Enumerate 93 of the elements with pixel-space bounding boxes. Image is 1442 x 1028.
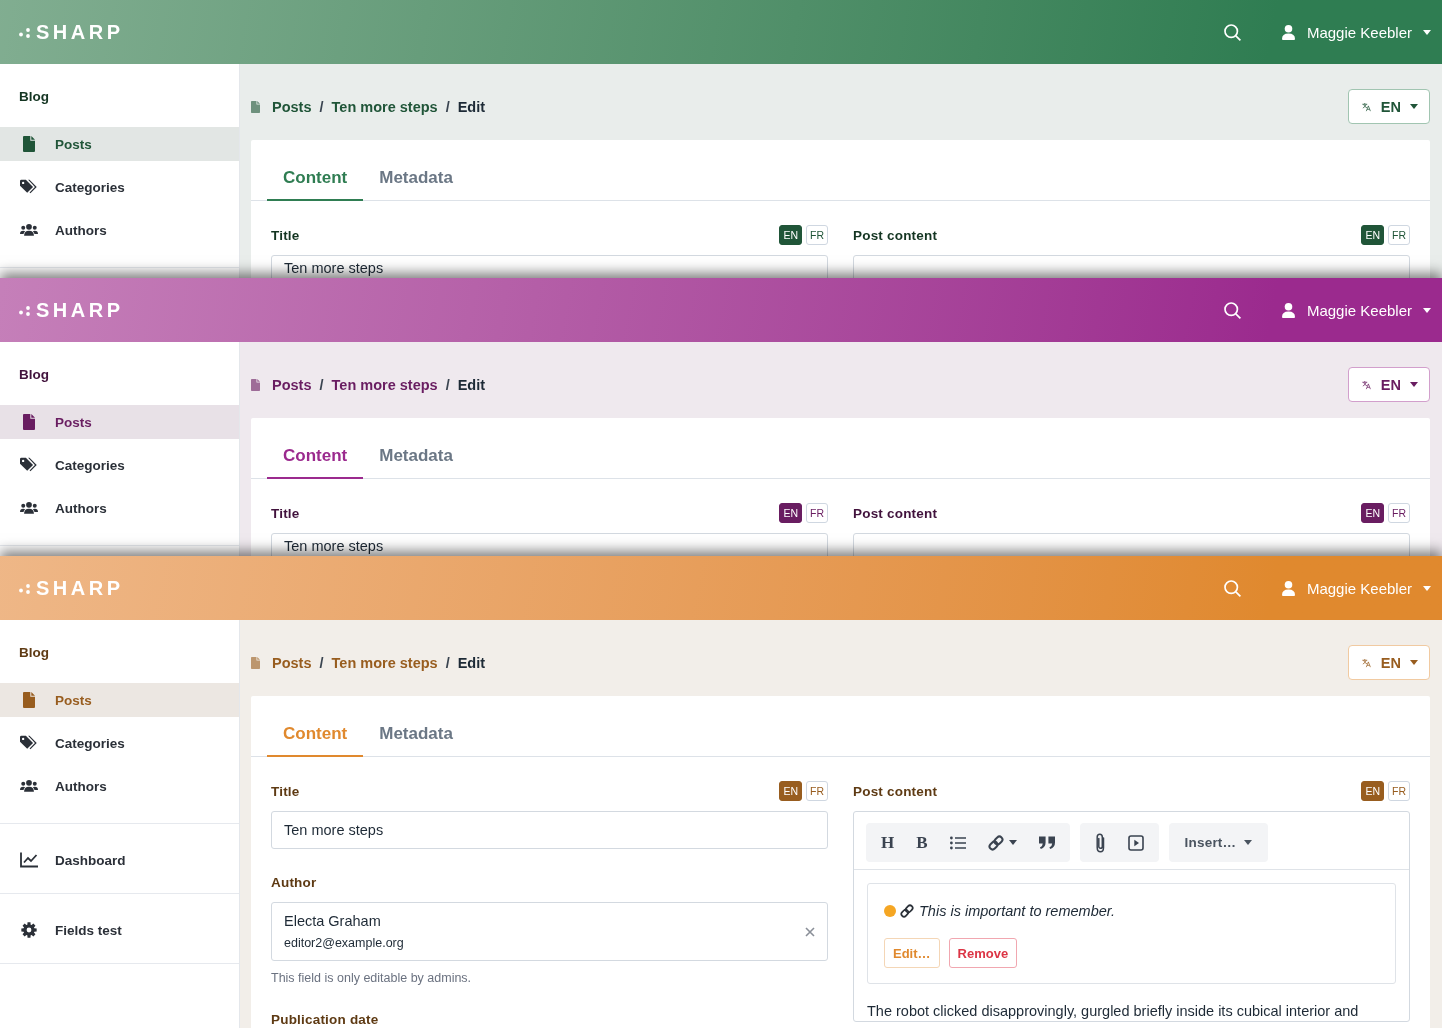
user-name[interactable]: Maggie Keebler <box>1306 301 1412 319</box>
toolbar-button[interactable]: H <box>870 823 906 862</box>
breadcrumb-current: Edit <box>457 376 486 393</box>
embed-text: This is important to remember. <box>919 903 1116 919</box>
locale-badge[interactable]: FR <box>806 503 828 523</box>
breadcrumb-current: Edit <box>457 98 486 115</box>
search-icon[interactable] <box>1223 23 1241 41</box>
breadcrumb-link[interactable]: Ten more steps <box>331 98 438 115</box>
field-label: Publication date <box>271 1011 379 1027</box>
breadcrumb-link[interactable]: Posts <box>272 98 312 115</box>
locale-badge[interactable]: FR <box>1388 225 1410 245</box>
section-title: Blog <box>18 644 50 662</box>
breadcrumb-link[interactable]: Posts <box>272 654 312 671</box>
document-icon <box>20 414 38 430</box>
caret-icon <box>1410 104 1418 109</box>
logo-dots-icon <box>19 26 31 38</box>
locale-badge[interactable]: EN <box>779 781 802 801</box>
locale-badge[interactable]: EN <box>1361 781 1384 801</box>
sidebar-item[interactable]: Authors <box>0 213 239 247</box>
locale-badge[interactable]: EN <box>1361 503 1384 523</box>
breadcrumb-separator: / <box>319 98 324 115</box>
locale-button[interactable]: EN <box>1348 645 1430 680</box>
locale-badge[interactable]: FR <box>806 781 828 801</box>
users-icon <box>20 222 38 238</box>
breadcrumb-separator: / <box>319 654 324 671</box>
breadcrumb-separator: / <box>445 654 450 671</box>
sidebar-item[interactable]: Dashboard <box>0 843 239 877</box>
search-icon[interactable] <box>1223 301 1241 319</box>
field-label: Post content <box>853 227 938 243</box>
tab[interactable]: Content <box>267 418 364 479</box>
sidebar-item[interactable]: Categories <box>0 726 239 760</box>
breadcrumb-separator: / <box>319 376 324 393</box>
document-icon <box>20 692 38 708</box>
insert-menu-button[interactable]: Insert… <box>1172 823 1265 862</box>
user-icon[interactable] <box>1281 24 1295 40</box>
logo-dots-icon <box>19 304 31 316</box>
toolbar-button[interactable]: B <box>905 823 939 862</box>
sidebar-item[interactable]: Fields test <box>0 913 239 947</box>
breadcrumb-current: Edit <box>457 654 486 671</box>
breadcrumb-separator: / <box>445 98 450 115</box>
selected-email: editor2@example.org <box>284 934 404 952</box>
tab[interactable]: Content <box>267 140 364 201</box>
field-label: Title <box>271 505 300 521</box>
tags-icon <box>20 735 38 751</box>
tags-icon <box>20 457 38 473</box>
sidebar-item[interactable]: Posts <box>0 127 239 161</box>
user-name[interactable]: Maggie Keebler <box>1306 23 1412 41</box>
locale-badge[interactable]: EN <box>1361 225 1384 245</box>
tab[interactable]: Metadata <box>363 140 469 201</box>
users-icon <box>20 778 38 794</box>
caret-icon <box>1423 307 1431 313</box>
locale-badge[interactable]: FR <box>806 225 828 245</box>
field-label: Post content <box>853 505 938 521</box>
logo-dots-icon <box>19 582 31 594</box>
breadcrumb-separator: / <box>445 376 450 393</box>
locale-badge[interactable]: FR <box>1388 503 1410 523</box>
tags-icon <box>20 179 38 195</box>
document-icon <box>20 136 38 152</box>
field-label: Author <box>271 874 317 890</box>
caret-icon <box>1423 29 1431 35</box>
tab[interactable]: Metadata <box>363 696 469 757</box>
locale-button[interactable]: EN <box>1348 89 1430 124</box>
locale-badge[interactable]: FR <box>1388 781 1410 801</box>
section-title: Blog <box>18 88 50 106</box>
field-label: Post content <box>853 783 938 799</box>
document-icon <box>251 100 260 113</box>
field-label: Title <box>271 227 300 243</box>
sidebar-item[interactable]: Categories <box>0 448 239 482</box>
section-title: Blog <box>18 366 50 384</box>
editor-field[interactable]: H B Insert… This is important to remember. Edit… Remove The robot clicked disapprovingly, gurgled briefly inside its cubical interior and <box>853 811 1410 1022</box>
sidebar-item[interactable]: Posts <box>0 683 239 717</box>
document-icon <box>251 656 260 669</box>
locale-badge[interactable]: EN <box>779 225 802 245</box>
body-text: The robot clicked disapprovingly, gurgled briefly inside its cubical interior and <box>867 1002 1360 1021</box>
sidebar-item[interactable]: Categories <box>0 170 239 204</box>
field-label: Title <box>271 783 300 799</box>
locale-badge[interactable]: EN <box>779 503 802 523</box>
tab[interactable]: Metadata <box>363 418 469 479</box>
document-icon <box>251 378 260 391</box>
breadcrumb-link[interactable]: Posts <box>272 376 312 393</box>
users-icon <box>20 500 38 516</box>
sidebar-item[interactable]: Authors <box>0 491 239 525</box>
locale-button[interactable]: EN <box>1348 367 1430 402</box>
breadcrumb-link[interactable]: Ten more steps <box>331 376 438 393</box>
caret-icon <box>1410 660 1418 665</box>
selected-name: Electa Graham <box>284 911 381 931</box>
sidebar-item[interactable]: Authors <box>0 769 239 803</box>
breadcrumb-link[interactable]: Ten more steps <box>331 654 438 671</box>
caret-icon <box>1423 585 1431 591</box>
user-icon[interactable] <box>1281 302 1295 318</box>
help-text: This field is only editable by admins. <box>271 970 473 986</box>
sidebar-item[interactable]: Posts <box>0 405 239 439</box>
caret-icon <box>1410 382 1418 387</box>
